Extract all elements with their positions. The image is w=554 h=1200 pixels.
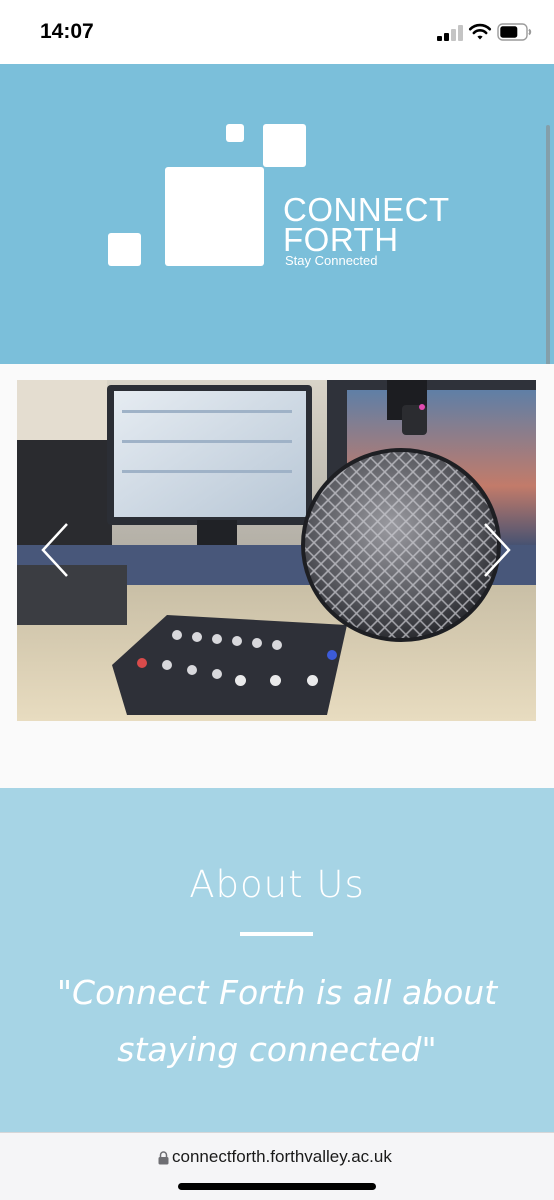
radio-studio-microphone-photo xyxy=(17,380,536,721)
about-divider xyxy=(240,932,313,936)
wifi-icon xyxy=(468,23,492,40)
about-quote: "Connect Forth is all about staying conn… xyxy=(56,973,498,1069)
logo-tagline: Stay Connected xyxy=(285,253,378,268)
carousel-next-arrow[interactable] xyxy=(479,520,515,580)
home-indicator[interactable] xyxy=(178,1183,376,1190)
connect-forth-logo[interactable]: CONNECT FORTH Stay Connected xyxy=(0,64,554,364)
status-time: 14:07 xyxy=(40,20,94,43)
url-text[interactable]: connectforth.forthvalley.ac.uk xyxy=(172,1147,392,1167)
logo-square-left xyxy=(108,233,141,266)
about-section: About Us "Connect Forth is all about sta… xyxy=(0,788,554,1132)
site-header: CONNECT FORTH Stay Connected xyxy=(0,64,554,364)
logo-square-top-right xyxy=(263,124,306,167)
carousel-section xyxy=(0,364,554,788)
browser-address-bar[interactable]: connectforth.forthvalley.ac.uk xyxy=(0,1132,554,1200)
chevron-right-icon xyxy=(484,523,511,577)
logo-square-tiny xyxy=(226,124,244,142)
about-title: About Us xyxy=(189,863,365,906)
status-bar: 14:07 xyxy=(0,0,554,64)
image-carousel[interactable] xyxy=(17,380,536,721)
carousel-dot-2[interactable] xyxy=(270,675,281,686)
carousel-dot-1[interactable] xyxy=(235,675,246,686)
carousel-dots xyxy=(17,675,536,687)
chevron-left-icon xyxy=(41,523,68,577)
carousel-dot-3[interactable] xyxy=(307,675,318,686)
signal-icon xyxy=(437,24,463,41)
carousel-prev-arrow[interactable] xyxy=(37,520,73,580)
battery-icon xyxy=(497,23,532,41)
logo-square-large xyxy=(165,167,264,266)
lock-icon xyxy=(158,1151,169,1165)
logo-text-line2: FORTH xyxy=(283,221,399,258)
